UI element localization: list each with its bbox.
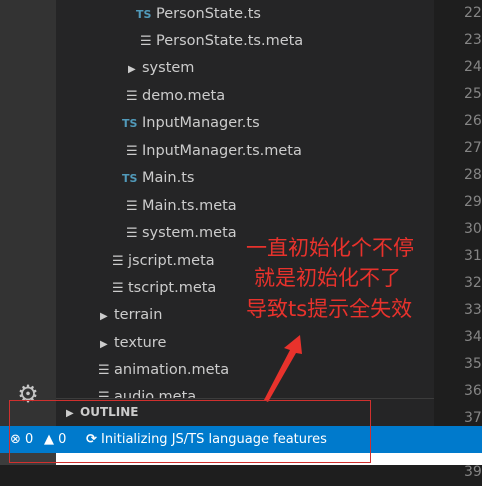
- annotation-arrow: [264, 335, 302, 402]
- arrow-shape: [264, 335, 302, 402]
- annotation-highlight-box: [9, 400, 371, 463]
